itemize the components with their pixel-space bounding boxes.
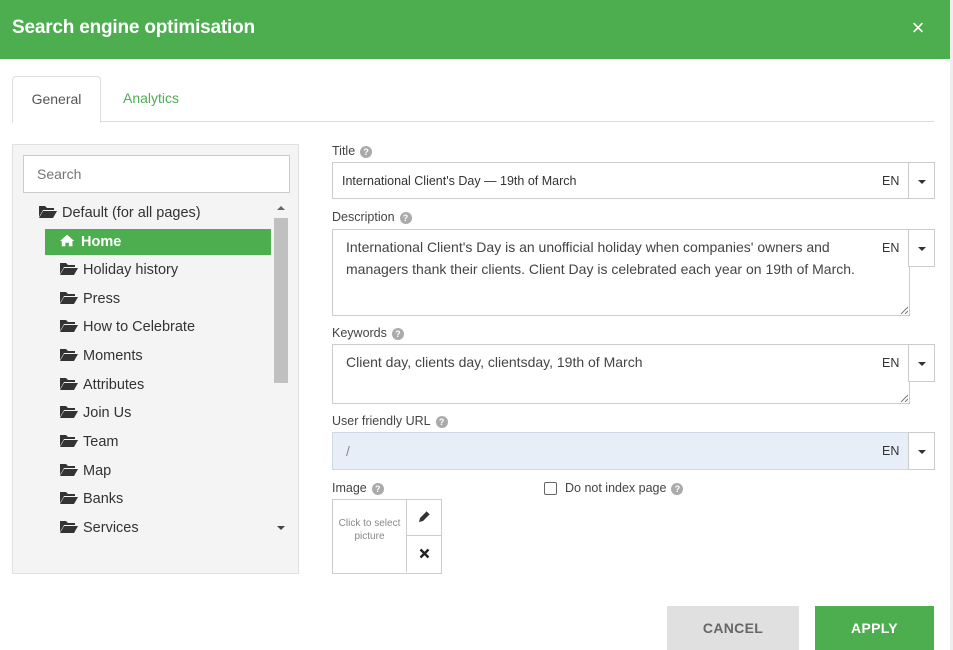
tree-item-label: Join Us [83,405,132,421]
chevron-down-icon [918,450,926,454]
tree-item-services[interactable]: Services [45,515,271,541]
tab-analytics[interactable]: Analytics [107,76,195,123]
title-input[interactable]: International Client's Day — 19th of Mar… [332,162,910,199]
title-label: Title? [332,144,373,158]
description-lang: EN [882,241,900,255]
image-picker: Click to select picture [332,499,442,574]
title-value: International Client's Day — 19th of Mar… [342,174,577,188]
tree-item-label: How to Celebrate [83,319,196,335]
select-picture-button[interactable]: Click to select picture [333,500,406,573]
pencil-icon [419,510,431,522]
apply-button[interactable]: APPLY [815,606,934,650]
tree-item-moments[interactable]: Moments [45,343,271,369]
tree-item-map[interactable]: Map [45,458,271,484]
help-icon[interactable]: ? [391,328,404,340]
page-tree-panel: Default (for all pages) Home Holiday his… [12,144,299,574]
close-icon [419,548,430,559]
tree-item-label: Default (for all pages) [62,205,201,221]
folder-open-icon [60,349,78,361]
scroll-up-icon[interactable] [277,206,285,210]
url-label: User friendly URL? [332,414,448,428]
description-textarea[interactable]: International Client's Day is an unoffic… [332,229,910,316]
tree-item-label: Press [83,290,121,307]
chevron-down-icon [918,180,926,184]
title-lang: EN [882,174,900,188]
close-icon[interactable]: × [907,16,929,40]
folder-open-icon [60,492,78,504]
url-lang: EN [882,444,900,458]
tree-item-label: Home [81,233,122,250]
help-icon[interactable]: ? [371,483,384,495]
chevron-down-icon [918,362,926,366]
folder-open-icon [60,291,78,304]
tree-item-label: Attributes [83,376,145,393]
seo-dialog: Search engine optimisation × General Ana… [0,0,953,650]
scroll-thumb[interactable] [274,218,288,383]
help-icon[interactable]: ? [360,146,373,158]
tree-item-label: Services [83,519,139,536]
keywords-label: Keywords? [332,326,404,340]
title-lang-dropdown[interactable] [908,162,935,199]
url-lang-dropdown[interactable] [908,432,935,470]
tree-scrollbar[interactable] [273,200,289,540]
resize-handle-icon[interactable] [900,394,908,402]
tree-item-team[interactable]: Team [45,429,271,455]
folder-open-icon [60,406,78,418]
tree-item-label: Team [83,434,119,450]
tree-item-how-to-celebrate[interactable]: How to Celebrate [45,314,271,340]
tree-item-attributes[interactable]: Attributes [45,372,271,398]
folder-open-icon [39,206,57,218]
tree-item-label: Holiday history [83,262,179,278]
folder-open-icon [60,320,78,332]
folder-open-icon [60,520,78,533]
page-tree: Default (for all pages) Home Holiday his… [13,200,275,540]
description-value: International Client's Day is an unoffic… [346,239,855,277]
description-lang-dropdown[interactable] [908,229,935,267]
home-icon [60,234,75,246]
url-input[interactable]: / EN [332,432,910,470]
keywords-lang: EN [882,356,900,370]
resize-handle-icon[interactable] [900,306,908,314]
keywords-lang-dropdown[interactable] [908,344,935,382]
remove-image-button[interactable] [406,536,441,572]
dialog-header: Search engine optimisation × [0,0,950,59]
tree-item-banks[interactable]: Banks [45,486,271,512]
help-icon[interactable]: ? [435,416,448,428]
tree-item-home[interactable]: Home [45,228,271,255]
help-icon[interactable]: ? [671,483,684,495]
scroll-down-icon[interactable] [277,526,285,530]
folder-open-icon [60,435,78,447]
chevron-down-icon [918,247,926,251]
cancel-button[interactable]: CANCEL [667,606,799,650]
tree-item-join-us[interactable]: Join Us [45,400,271,426]
tab-general[interactable]: General [12,76,101,123]
folder-open-icon [60,377,78,390]
tree-search-input[interactable] [23,155,290,193]
keywords-value: Client day, clients day, clientsday, 19t… [346,354,643,370]
keywords-textarea[interactable]: Client day, clients day, clientsday, 19t… [332,344,910,404]
image-label: Image? [332,481,384,495]
edit-image-button[interactable] [406,500,441,536]
tree-item-holiday-history[interactable]: Holiday history [45,257,271,283]
help-icon[interactable]: ? [399,212,412,224]
tree-item-label: Map [83,462,112,479]
tree-item-press[interactable]: Press [45,286,271,312]
url-value: / [346,443,350,459]
dialog-title: Search engine optimisation [12,17,255,38]
folder-open-icon [60,463,78,476]
noindex-checkbox[interactable] [544,482,557,495]
description-label: Description? [332,210,412,224]
tab-bar: General Analytics [12,76,934,123]
tree-item-label: Banks [83,491,124,507]
tree-item-default[interactable]: Default (for all pages) [39,200,201,226]
tree-item-label: Moments [83,348,143,364]
folder-open-icon [60,263,78,275]
noindex-label: Do not index page? [565,481,684,495]
